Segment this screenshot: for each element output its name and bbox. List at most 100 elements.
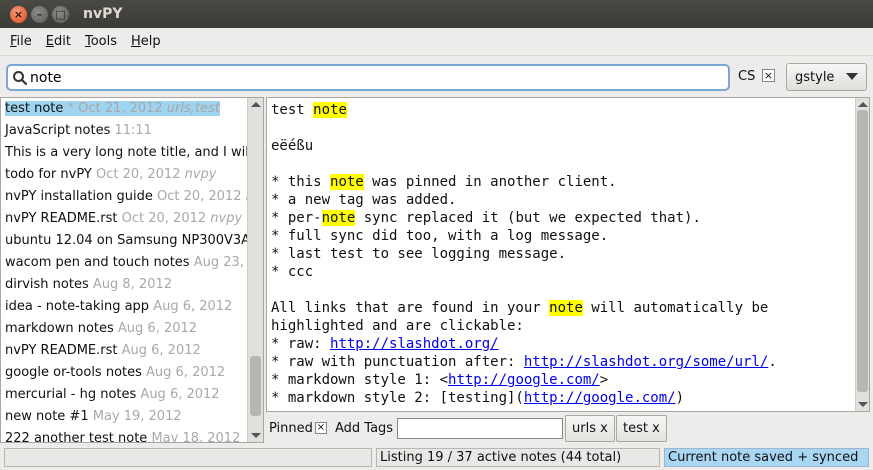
editor-text-segment: eëéßu [271, 138, 314, 154]
note-list-item[interactable]: ubuntu 12.04 on Samsung NP300V3A [1, 230, 247, 252]
menu-tools-rest: ools [90, 34, 117, 49]
maximize-window-button[interactable]: □ [52, 5, 69, 23]
note-title: nvPY README.rst [5, 343, 118, 358]
editor-line: highlighted and are clickable: [271, 317, 851, 335]
search-highlight: note [549, 300, 583, 316]
note-title: JavaScript notes [5, 123, 111, 138]
editor-scrollbar[interactable] [855, 98, 869, 411]
editor-text-segment: * raw with punctuation after: [271, 354, 524, 370]
note-date: Aug 8, 2012 [88, 277, 173, 292]
menu-file[interactable]: File [10, 34, 32, 49]
note-list-item[interactable]: wacom pen and touch notes Aug 23, 2 [1, 252, 247, 274]
tags-bar: Pinned × Add Tags urls x test x [268, 414, 868, 442]
note-list-item-content: nvPY README.rst Oct 20, 2012 nvpy [5, 211, 242, 226]
search-style-select[interactable]: gstyle [786, 63, 867, 91]
close-window-button[interactable]: × [10, 5, 27, 23]
note-link[interactable]: http://google.com/ [448, 372, 600, 388]
note-title: dirvish notes [5, 277, 89, 292]
tag-button-urls[interactable]: urls x [565, 415, 615, 442]
note-date: Oct 21, 2012 [78, 101, 163, 116]
editor-scroll-up-icon[interactable] [858, 102, 868, 107]
note-list-item[interactable]: nvPY README.rst Aug 6, 2012 [1, 340, 247, 362]
note-list-item-content: google or-tools notes Aug 6, 2012 [5, 365, 225, 380]
search-highlight: note [321, 210, 356, 226]
editor-text-segment: * ccc [271, 264, 314, 280]
note-title: markdown notes [5, 321, 114, 336]
editor-text-segment: ) [675, 390, 685, 406]
note-list-item[interactable]: google or-tools notes Aug 6, 2012 [1, 362, 247, 384]
note-list-item[interactable]: new note #1 May 19, 2012 [1, 406, 247, 428]
note-list-item[interactable]: nvPY installation guide Oct 20, 2012 r [1, 186, 247, 208]
search-input[interactable] [28, 67, 708, 88]
search-box[interactable] [6, 64, 730, 91]
note-title: 222 another test note [5, 431, 148, 442]
menu-tools[interactable]: Tools [85, 34, 117, 49]
note-title: new note #1 [5, 409, 89, 424]
note-date: Oct 20, 2012 [152, 189, 242, 204]
title-bar: × – □ nvPY [0, 0, 873, 28]
note-tags: urls,test [162, 101, 220, 116]
note-date: Aug 6, 2012 [149, 299, 233, 314]
status-listing: Listing 19 / 37 active notes (44 total) [376, 448, 660, 467]
tag-button-test[interactable]: test x [616, 415, 667, 442]
case-sensitive-checkbox[interactable]: × [762, 69, 775, 82]
note-list-item-content: nvPY installation guide Oct 20, 2012 r [5, 189, 247, 204]
note-list-item[interactable]: 222 another test note May 18, 2012 [1, 428, 247, 442]
note-date: Aug 6, 2012 [117, 343, 201, 358]
note-list-item-content: idea - note-taking app Aug 6, 2012 [5, 299, 232, 314]
pinned-checkbox[interactable]: × [315, 422, 327, 434]
note-link[interactable]: http://slashdot.org/ [330, 336, 499, 352]
note-editor-text[interactable]: test note eëéßu * this note was pinned in … [271, 101, 851, 407]
scroll-down-icon[interactable] [251, 433, 261, 438]
editor-text-segment: * raw: [271, 336, 331, 352]
note-list-item[interactable]: mercurial - hg notes Aug 6, 2012 [1, 384, 247, 406]
note-list-item-content: wacom pen and touch notes Aug 23, 2 [5, 255, 247, 270]
note-list-item-content: dirvish notes Aug 8, 2012 [5, 277, 172, 292]
menu-help[interactable]: Help [131, 34, 161, 49]
note-link[interactable]: http://google.com/ [524, 390, 676, 406]
editor-scroll-down-icon[interactable] [858, 402, 868, 407]
notes-list-scroll-thumb[interactable] [250, 356, 261, 416]
note-title: nvPY README.rst [5, 211, 118, 226]
editor-text-segment: * markdown style 1: < [271, 372, 449, 388]
note-date: Aug 23, 2 [193, 255, 247, 270]
menu-help-rest: elp [140, 34, 161, 49]
editor-text-segment: was pinned in another client. [363, 174, 617, 190]
editor-text-segment: > [599, 372, 609, 388]
editor-line: * last test to see logging message. [271, 245, 851, 263]
note-list-item[interactable]: todo for nvPY Oct 20, 2012 nvpy [1, 164, 247, 186]
note-list-item[interactable]: test note * Oct 21, 2012 urls,test [1, 98, 247, 120]
note-list-item[interactable]: dirvish notes Aug 8, 2012 [1, 274, 247, 296]
note-link[interactable]: http://slashdot.org/some/url/ [524, 354, 768, 370]
editor-text-segment: . [768, 354, 777, 370]
minimize-window-button[interactable]: – [31, 5, 48, 23]
menu-edit[interactable]: Edit [46, 34, 71, 49]
status-bar: Listing 19 / 37 active notes (44 total) … [0, 446, 873, 470]
editor-line: * a new tag was added. [271, 191, 851, 209]
editor-line: * ccc [271, 263, 851, 281]
notes-list-scrollbar[interactable] [247, 98, 263, 442]
note-list-item[interactable]: markdown notes Aug 6, 2012 [1, 318, 247, 340]
note-list-item-content: This is a very long note title, and I wi… [5, 145, 247, 160]
note-list-item-content: new note #1 May 19, 2012 [5, 409, 182, 424]
status-sync: Current note saved + synced [664, 448, 869, 467]
pinned-label: Pinned [269, 421, 313, 436]
add-tags-input[interactable] [397, 418, 563, 439]
note-tags: nvpy [180, 167, 217, 182]
note-list-item-content: JavaScript notes 11:11 [5, 123, 152, 138]
note-list-item[interactable]: nvPY README.rst Oct 20, 2012 nvpy [1, 208, 247, 230]
note-list-item[interactable]: JavaScript notes 11:11 [1, 120, 247, 142]
note-list-item[interactable]: This is a very long note title, and I wi… [1, 142, 247, 164]
search-icon [12, 70, 28, 86]
status-left [4, 448, 372, 467]
editor-line: * markdown style 1: <http://google.com/> [271, 371, 851, 389]
editor-line: * raw with punctuation after: http://sla… [271, 353, 851, 371]
note-editor[interactable]: test note eëéßu * this note was pinned in … [266, 97, 870, 412]
editor-scroll-thumb[interactable] [857, 110, 868, 392]
scroll-up-icon[interactable] [251, 102, 261, 107]
note-list-item-content: test note * Oct 21, 2012 urls,test [5, 101, 220, 116]
note-list-item[interactable]: idea - note-taking app Aug 6, 2012 [1, 296, 247, 318]
note-date: Aug 6, 2012 [141, 365, 226, 380]
